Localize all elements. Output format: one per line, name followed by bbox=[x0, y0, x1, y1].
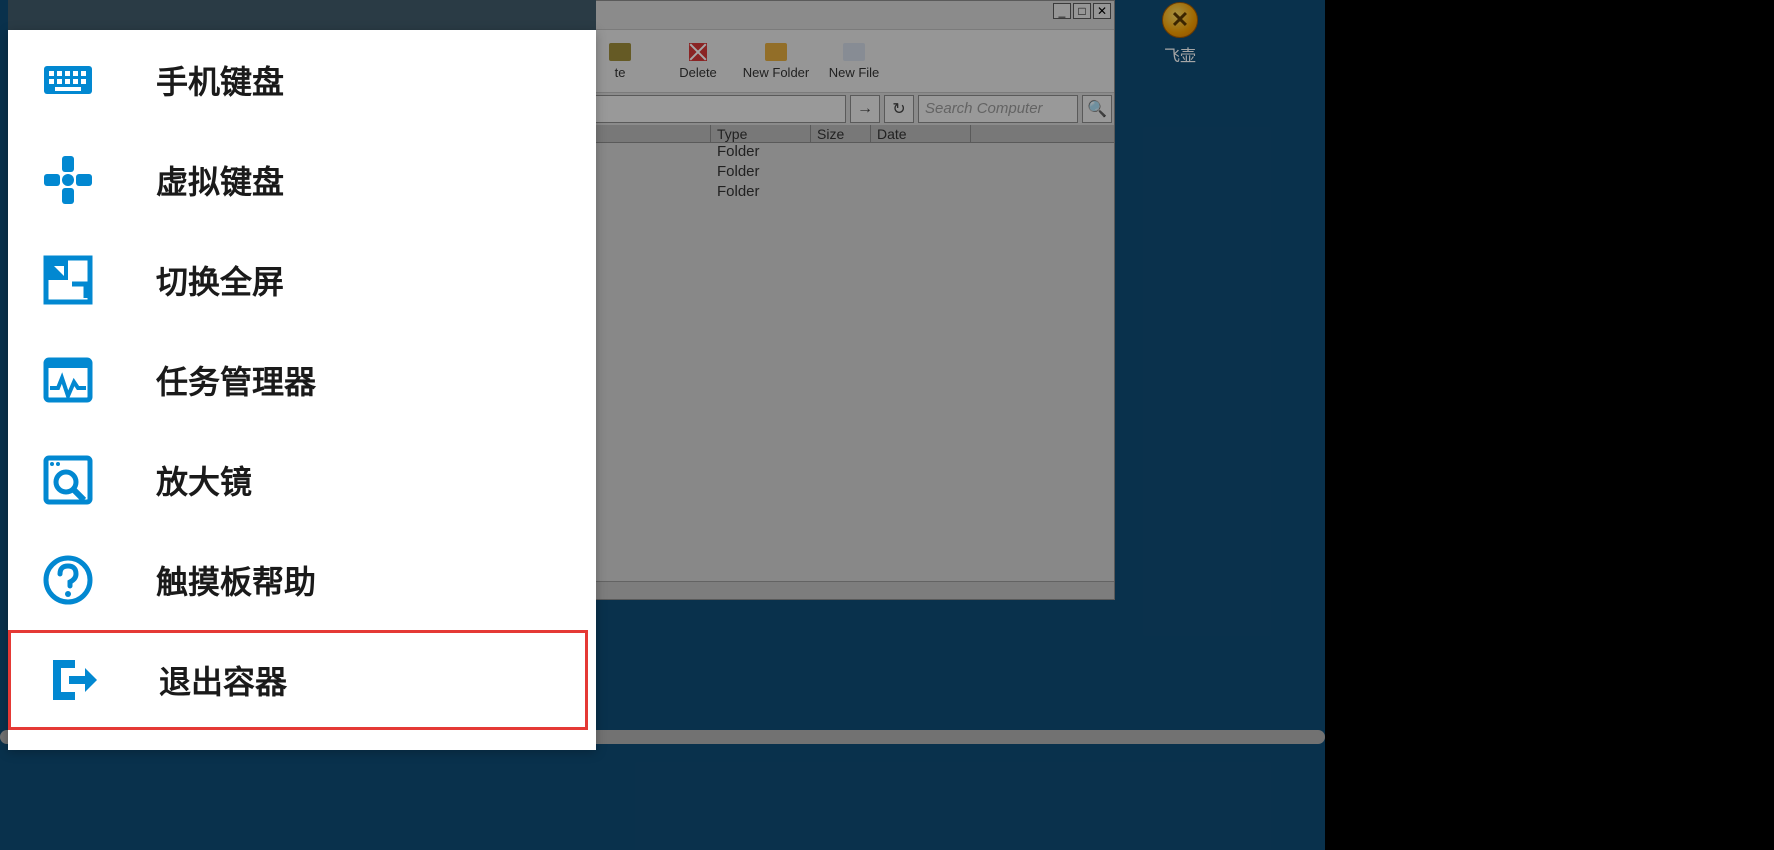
exit-icon bbox=[43, 652, 99, 708]
menu-item-label: 触摸板帮助 bbox=[156, 557, 316, 603]
menu-item-task-manager[interactable]: 任务管理器 bbox=[8, 330, 596, 430]
menu-item-toggle-fullscreen[interactable]: 切换全屏 bbox=[8, 230, 596, 330]
menu-item-label: 切换全屏 bbox=[156, 257, 284, 303]
keyboard-icon bbox=[40, 52, 96, 108]
menu-item-phone-keyboard[interactable]: 手机键盘 bbox=[8, 30, 596, 130]
menu-item-exit-container[interactable]: 退出容器 bbox=[8, 630, 588, 730]
menu-titlebar bbox=[8, 0, 596, 30]
menu-item-virtual-keyboard[interactable]: 虚拟键盘 bbox=[8, 130, 596, 230]
task-manager-icon bbox=[40, 352, 96, 408]
menu-item-label: 任务管理器 bbox=[156, 357, 316, 403]
menu-item-label: 虚拟键盘 bbox=[156, 157, 284, 203]
magnifier-icon bbox=[40, 452, 96, 508]
side-menu: 手机键盘 虚拟键盘 切换全屏 任务管理器 放大镜 触摸板帮助 退 bbox=[8, 30, 596, 750]
menu-item-touchpad-help[interactable]: 触摸板帮助 bbox=[8, 530, 596, 630]
help-icon bbox=[40, 552, 96, 608]
menu-item-label: 退出容器 bbox=[159, 657, 287, 703]
menu-item-label: 手机键盘 bbox=[156, 57, 284, 103]
menu-item-magnifier[interactable]: 放大镜 bbox=[8, 430, 596, 530]
fullscreen-icon bbox=[40, 252, 96, 308]
dpad-icon bbox=[40, 152, 96, 208]
menu-item-label: 放大镜 bbox=[156, 457, 252, 503]
